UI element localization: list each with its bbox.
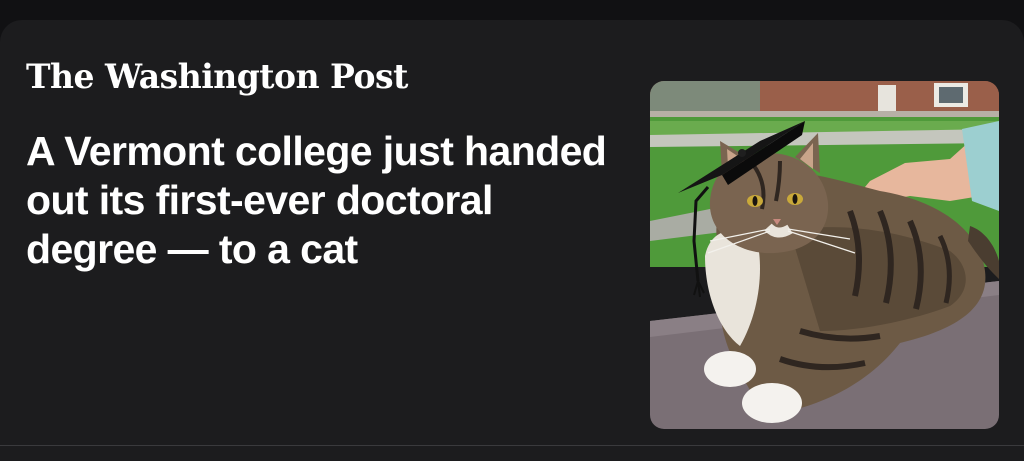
news-article-card[interactable]: The Washington Post A Vermont college ju… (0, 20, 1024, 446)
article-headline[interactable]: A Vermont college just handed out its fi… (26, 127, 616, 274)
next-card-edge (0, 446, 1024, 461)
news-feed: The Washington Post A Vermont college ju… (0, 0, 1024, 461)
publisher-logo: The Washington Post (26, 57, 408, 97)
article-thumbnail[interactable] (650, 81, 999, 429)
